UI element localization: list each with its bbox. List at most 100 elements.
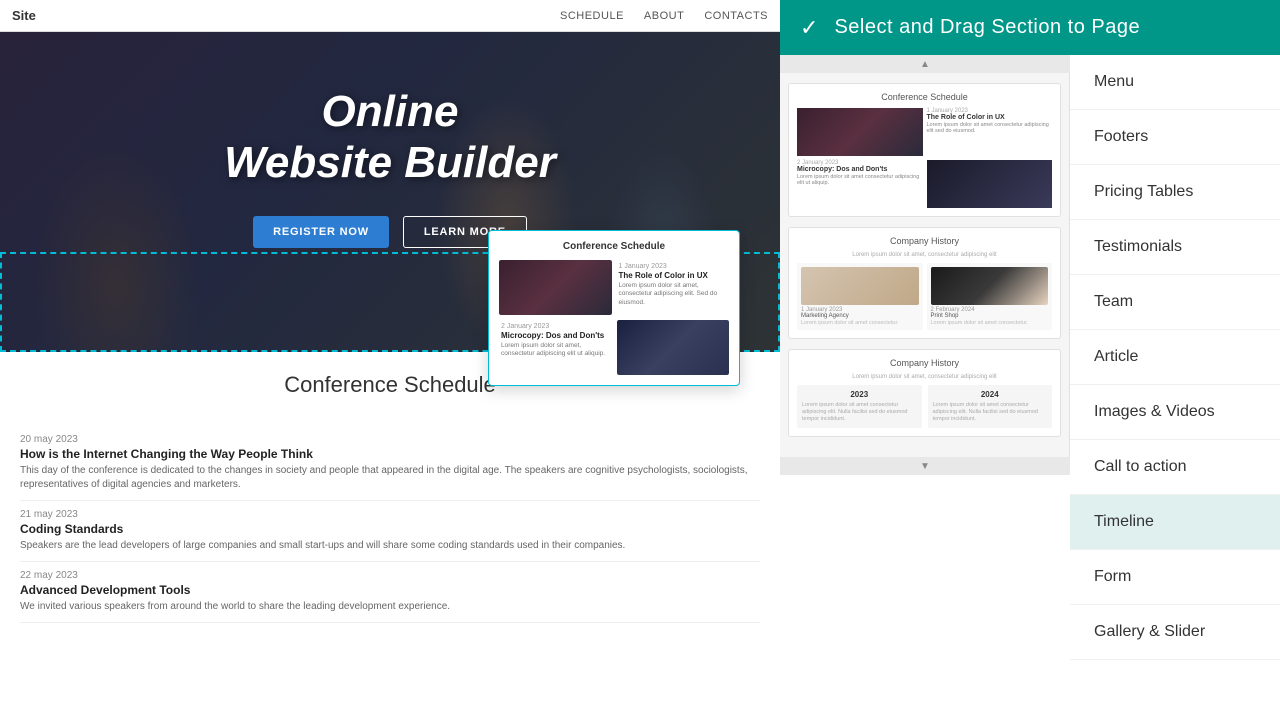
thumb-title-history-2: Company History <box>797 358 1052 368</box>
schedule-title-1: How is the Internet Changing the Way Peo… <box>20 447 760 461</box>
section-label-images-videos: Images & Videos <box>1094 403 1215 421</box>
thumb-presenter-img <box>927 160 1053 208</box>
thumb-history-grid-1: 1 January 2023 Marketing Agency Lorem ip… <box>797 263 1052 330</box>
thumbnail-card-history-1[interactable]: Company History Lorem ipsum dolor sit am… <box>788 227 1061 339</box>
floating-card-item-2 <box>617 320 730 375</box>
thumb-history-item-print: 2 February 2024 Print Shop Lorem ipsum d… <box>927 263 1053 330</box>
history-heading-2: Print Shop <box>931 313 1049 319</box>
history-body-2: Lorem ipsum dolor sit amet consectetur. <box>931 320 1049 326</box>
thumb-timeline-grid: 2023 Lorem ipsum dolor sit amet consecte… <box>797 385 1052 428</box>
site-logo: Site <box>12 8 36 23</box>
thumbnail-card-conference[interactable]: Conference Schedule 1 January 2023 The R… <box>788 83 1061 217</box>
floating-card-item-1 <box>499 260 612 315</box>
thumb-heading-2: Microcopy: Dos and Don'ts <box>797 166 923 173</box>
thumbnails-area: Conference Schedule 1 January 2023 The R… <box>780 73 1070 457</box>
article-heading-1: The Role of Color in UX <box>619 271 728 280</box>
thumb-title-conference: Conference Schedule <box>797 92 1052 102</box>
section-item-timeline[interactable]: Timeline <box>1070 495 1280 550</box>
nav-about[interactable]: ABOUT <box>644 10 684 22</box>
section-item-footers[interactable]: Footers <box>1070 110 1280 165</box>
section-item-team[interactable]: Team <box>1070 275 1280 330</box>
thumb-body-1: Lorem ipsum dolor sit amet consectetur a… <box>927 122 1053 134</box>
schedule-item-3: 22 may 2023 Advanced Development Tools W… <box>20 562 760 623</box>
section-item-form[interactable]: Form <box>1070 550 1280 605</box>
scroll-up-button[interactable]: ▲ <box>780 55 1070 73</box>
section-item-images-videos[interactable]: Images & Videos <box>1070 385 1280 440</box>
section-label-footers: Footers <box>1094 128 1148 146</box>
schedule-desc-1: This day of the conference is dedicated … <box>20 464 760 492</box>
section-label-team: Team <box>1094 293 1133 311</box>
schedule-desc-3: We invited various speakers from around … <box>20 600 760 614</box>
thumb-mic-text: 2 January 2023 Microcopy: Dos and Don'ts… <box>797 160 923 208</box>
floating-section-card[interactable]: Conference Schedule 1 January 2023 The R… <box>488 230 740 386</box>
article-body-1: Lorem ipsum dolor sit amet, consectetur … <box>619 282 728 307</box>
schedule-item-2: 21 may 2023 Coding Standards Speakers ar… <box>20 501 760 562</box>
schedule-item-1: 20 may 2023 How is the Internet Changing… <box>20 426 760 501</box>
section-label-form: Form <box>1094 568 1131 586</box>
timeline-item-2023: 2023 Lorem ipsum dolor sit amet consecte… <box>797 385 922 428</box>
speaker-image <box>499 260 612 315</box>
section-label-gallery: Gallery & Slider <box>1094 623 1205 641</box>
site-nav: SCHEDULE ABOUT CONTACTS <box>560 10 768 22</box>
right-content: ▲ Conference Schedule 1 January 2023 The… <box>780 55 1280 720</box>
schedule-title-3: Advanced Development Tools <box>20 583 760 597</box>
history-heading-1: Marketing Agency <box>801 313 919 319</box>
section-selector-header: ✓ Select and Drag Section to Page <box>780 0 1280 55</box>
floating-card-item-2-text: 2 January 2023 Microcopy: Dos and Don'ts… <box>499 320 612 375</box>
floating-card-item-1-text: 1 January 2023 The Role of Color in UX L… <box>617 260 730 315</box>
schedule-title-2: Coding Standards <box>20 522 760 536</box>
section-list: Menu Footers Pricing Tables Testimonials… <box>1070 55 1280 720</box>
thumb-title-history-1: Company History <box>797 236 1052 246</box>
section-label-pricing: Pricing Tables <box>1094 183 1193 201</box>
thumb-history-subtitle-1: Lorem ipsum dolor sit amet, consectetur … <box>797 252 1052 258</box>
section-item-testimonials[interactable]: Testimonials <box>1070 220 1280 275</box>
thumb-speaker-img <box>797 108 923 156</box>
floating-card-title: Conference Schedule <box>499 241 729 252</box>
thumb-history-subtitle-2: Lorem ipsum dolor sit amet, consectetur … <box>797 374 1052 380</box>
section-label-article: Article <box>1094 348 1138 366</box>
article-heading-2: Microcopy: Dos and Don'ts <box>501 331 610 340</box>
article-body-2: Lorem ipsum dolor sit amet, consectetur … <box>501 342 610 359</box>
scroll-down-button[interactable]: ▼ <box>780 457 1070 475</box>
section-item-menu[interactable]: Menu <box>1070 55 1280 110</box>
section-item-call-to-action[interactable]: Call to action <box>1070 440 1280 495</box>
article-date-2: 2 January 2023 <box>501 323 610 330</box>
thumb-history-item-marketing: 1 January 2023 Marketing Agency Lorem ip… <box>797 263 923 330</box>
thumbnail-container: ▲ Conference Schedule 1 January 2023 The… <box>780 55 1070 720</box>
hero-title: Online Website Builder <box>30 87 750 188</box>
section-label-call-to-action: Call to action <box>1094 458 1187 476</box>
schedule-date-3: 22 may 2023 <box>20 570 760 581</box>
floating-card-grid: 1 January 2023 The Role of Color in UX L… <box>499 260 729 375</box>
nav-contacts[interactable]: CONTACTS <box>704 10 768 22</box>
header-title: Select and Drag Section to Page <box>834 16 1140 39</box>
section-item-article[interactable]: Article <box>1070 330 1280 385</box>
section-item-pricing[interactable]: Pricing Tables <box>1070 165 1280 220</box>
thumb-speaker-text: 1 January 2023 The Role of Color in UX L… <box>927 108 1053 156</box>
person-image <box>801 267 919 305</box>
schedule-date-1: 20 may 2023 <box>20 434 760 445</box>
presenter-image <box>617 320 730 375</box>
check-icon: ✓ <box>800 15 818 41</box>
thumb-grid-conference: 1 January 2023 The Role of Color in UX L… <box>797 108 1052 208</box>
schedule-date-2: 21 may 2023 <box>20 509 760 520</box>
schedule-desc-2: Speakers are the lead developers of larg… <box>20 539 760 553</box>
website-preview: Site SCHEDULE ABOUT CONTACTS Online Webs… <box>0 0 780 720</box>
article-date-1: 1 January 2023 <box>619 263 728 270</box>
section-label-timeline: Timeline <box>1094 513 1154 531</box>
section-item-gallery[interactable]: Gallery & Slider <box>1070 605 1280 660</box>
thumbnail-card-history-2[interactable]: Company History Lorem ipsum dolor sit am… <box>788 349 1061 437</box>
thumb-heading-1: The Role of Color in UX <box>927 114 1053 121</box>
fashion-image <box>931 267 1049 305</box>
schedule-list: 20 may 2023 How is the Internet Changing… <box>0 426 780 623</box>
history-body-1: Lorem ipsum dolor sit amet consectetur. <box>801 320 919 326</box>
register-button[interactable]: REGISTER NOW <box>253 216 389 248</box>
section-label-menu: Menu <box>1094 73 1134 91</box>
timeline-year-2: 2024 <box>933 390 1048 399</box>
site-topbar: Site SCHEDULE ABOUT CONTACTS <box>0 0 780 32</box>
timeline-item-2024: 2024 Lorem ipsum dolor sit amet consecte… <box>928 385 1053 428</box>
thumb-body-2: Lorem ipsum dolor sit amet consectetur a… <box>797 174 923 186</box>
thumb-dark-image <box>797 108 923 156</box>
nav-schedule[interactable]: SCHEDULE <box>560 10 624 22</box>
timeline-body-1: Lorem ipsum dolor sit amet consectetur a… <box>802 402 917 423</box>
right-panel: ✓ Select and Drag Section to Page ▲ Conf… <box>780 0 1280 720</box>
